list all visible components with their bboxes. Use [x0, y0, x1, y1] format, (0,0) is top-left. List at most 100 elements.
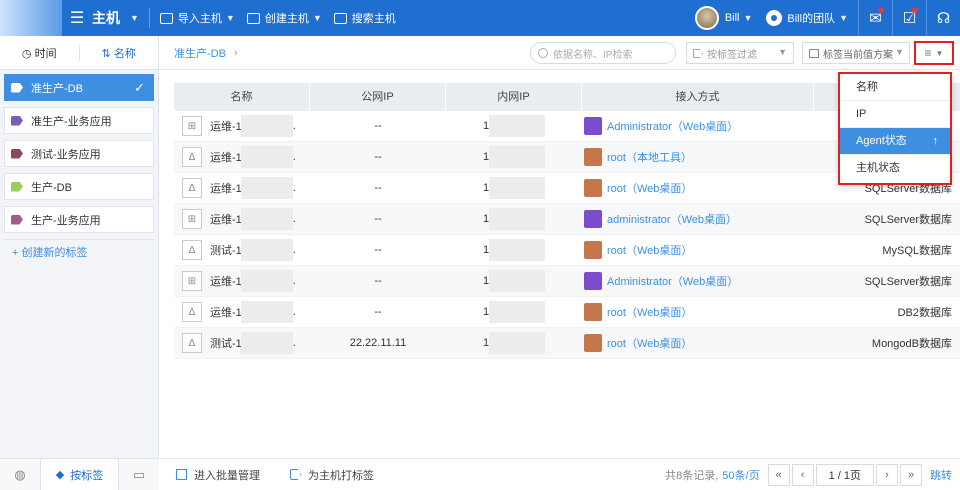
table-row[interactable]: ⊞ 运维-1. -- 1 administrator（Web桌面） SQLServer数据… [174, 204, 960, 235]
column-header[interactable]: 内网IP [446, 83, 582, 111]
by-tag-tab[interactable]: ◆ 按标签 [40, 459, 119, 490]
messages-button[interactable]: ✉ [858, 0, 892, 36]
redacted-area [489, 332, 546, 354]
redacted-area [489, 208, 546, 230]
sort-by-time-tab[interactable]: ◷ 时间 [0, 45, 79, 61]
tag-icon [693, 49, 703, 58]
type-cell: MongodB数据库 [871, 338, 952, 350]
by-tag-label: 按标签 [70, 469, 104, 482]
redacted-area [489, 270, 546, 292]
table-row[interactable]: Δ 测试-1. 22.22.11.11 1 root（Web桌面） MongodB数据库 [174, 328, 960, 359]
type-cell: DB2数据库 [897, 307, 952, 319]
create-icon [246, 12, 260, 24]
sort-option-agent-status[interactable]: Agent状态 ↑ [840, 128, 950, 155]
host-name-cell: Δ 测试-1. [174, 239, 310, 261]
terminal-icon [584, 241, 602, 259]
sidebar-tag-item[interactable]: 测试-业务应用 [4, 140, 154, 167]
sidebar-tag-item[interactable]: 准生产-DB ✓ [4, 74, 154, 101]
host-name: 运维-1 [210, 183, 242, 195]
chevron-down-icon: ▼ [312, 13, 322, 23]
search-input[interactable]: 依据名称、IP检索 [530, 42, 676, 64]
tag-hosts-label: 为主机打标签 [308, 469, 374, 482]
create-host-button[interactable]: 创建主机 ▼ [246, 10, 322, 26]
tag-filter-select[interactable]: 按标签过滤 ▼ [686, 42, 794, 64]
table-row[interactable]: Δ 运维-1. -- 1 root（Web桌面） DB2数据库 [174, 297, 960, 328]
column-header[interactable]: 公网IP [310, 83, 446, 111]
redacted-area [489, 146, 546, 168]
search-host-button[interactable]: 搜索主机 [333, 10, 396, 26]
jump-button[interactable]: 跳转 [930, 467, 952, 483]
access-link[interactable]: root（Web桌面） [607, 304, 692, 320]
batch-manage-button[interactable]: 进入批量管理 [176, 467, 260, 483]
first-page-button[interactable]: « [767, 463, 790, 486]
sort-option-label: Agent状态 [856, 135, 907, 147]
redacted-area [489, 115, 546, 137]
linux-icon: Δ [182, 302, 202, 322]
folder-icon: ▭ [132, 466, 146, 482]
page-size-select[interactable]: 50条/页 [722, 467, 759, 483]
sidebar-tag-item[interactable]: 生产-DB [4, 173, 154, 200]
tag-hosts-button[interactable]: 为主机打标签 [290, 467, 374, 483]
tag-plan-select[interactable]: 标签当前值方案 ▼ [802, 42, 910, 64]
last-page-button[interactable]: » [900, 463, 922, 486]
import-host-button[interactable]: 导入主机 ▼ [159, 10, 235, 26]
breadcrumb[interactable]: 准生产-DB [174, 45, 226, 61]
top-bar: ☰ 主机 ▼ 导入主机 ▼ 创建主机 ▼ 搜索主机 Bill ▼ Bill的团队… [0, 0, 960, 36]
support-button[interactable]: ☊ [926, 0, 960, 36]
sort-az-icon: ⇅ [101, 47, 111, 60]
sidebar-tag-item[interactable]: 准生产-业务应用 [4, 107, 154, 134]
chevron-down-icon: ▼ [935, 48, 944, 58]
sort-option-name[interactable]: 名称 [840, 74, 950, 101]
sort-option-host-status[interactable]: 主机状态 [840, 155, 950, 182]
app-switch-chevron-icon[interactable]: ▼ [130, 13, 139, 23]
create-host-label: 创建主机 [264, 13, 309, 25]
access-link[interactable]: root（Web桌面） [607, 180, 692, 196]
access-cell: root（Web桌面） [582, 303, 814, 321]
access-link[interactable]: Administrator（Web桌面） [607, 118, 738, 134]
sort-option-ip[interactable]: IP [840, 101, 950, 128]
tag-plan-label: 标签当前值方案 [823, 49, 893, 61]
globe-tab[interactable]: ◍ [0, 459, 40, 490]
redacted-area [240, 208, 293, 230]
redacted-area [240, 146, 293, 168]
user-menu[interactable]: Bill ▼ [725, 12, 753, 24]
access-link[interactable]: root（Web桌面） [607, 242, 692, 258]
host-name: 运维-1 [210, 307, 242, 319]
sort-by-name-tab[interactable]: ⇅ 名称 [78, 44, 159, 61]
menu-icon[interactable]: ☰ [62, 0, 92, 36]
team-name: Bill的团队 [787, 13, 836, 25]
access-link[interactable]: Administrator（Web桌面） [607, 273, 738, 289]
access-link[interactable]: root（本地工具） [607, 149, 692, 165]
sort-arrow-up-icon: ↑ [932, 135, 939, 147]
chevron-right-icon: › [233, 46, 238, 59]
notification-dot [878, 7, 884, 13]
access-cell: root（Web桌面） [582, 241, 814, 259]
team-menu[interactable]: Bill的团队 ▼ [787, 10, 848, 26]
terminal-icon [584, 179, 602, 197]
search-icon [538, 48, 548, 58]
table-row[interactable]: ⊞ 运维-1. -- 1 Administrator（Web桌面） SQLServer数据… [174, 266, 960, 297]
access-link[interactable]: administrator（Web桌面） [607, 211, 737, 227]
sort-button[interactable]: ≡ ▼ [914, 41, 954, 65]
batch-manage-label: 进入批量管理 [194, 469, 260, 482]
linux-icon: Δ [182, 178, 202, 198]
folder-tab[interactable]: ▭ [119, 459, 159, 490]
access-cell: Administrator（Web桌面） [582, 117, 814, 135]
access-link[interactable]: root（Web桌面） [607, 335, 692, 351]
notification-dot [912, 7, 918, 13]
pagination: 共8条记录, 50条/页 « ‹ 1 / 1页 › » 跳转 [665, 463, 960, 486]
create-tag-link[interactable]: + 创建新的标签 [4, 239, 154, 264]
avatar[interactable] [694, 6, 719, 30]
column-header[interactable]: 名称 [174, 83, 310, 111]
public-ip-cell: -- [374, 182, 382, 194]
headset-icon: ☊ [936, 10, 951, 27]
sidebar-tag-item[interactable]: 生产-业务应用 [4, 206, 154, 233]
chevron-down-icon: ▼ [895, 47, 904, 57]
prev-page-button[interactable]: ‹ [791, 463, 814, 486]
table-row[interactable]: Δ 测试-1. -- 1 root（Web桌面） MySQL数据库 [174, 235, 960, 266]
tasks-button[interactable]: ☑ [892, 0, 926, 36]
next-page-button[interactable]: › [876, 463, 898, 486]
host-name: 运维-1 [210, 214, 242, 226]
column-header[interactable]: 接入方式 [582, 83, 814, 111]
public-ip-cell: 22.22.11.11 [349, 337, 407, 349]
